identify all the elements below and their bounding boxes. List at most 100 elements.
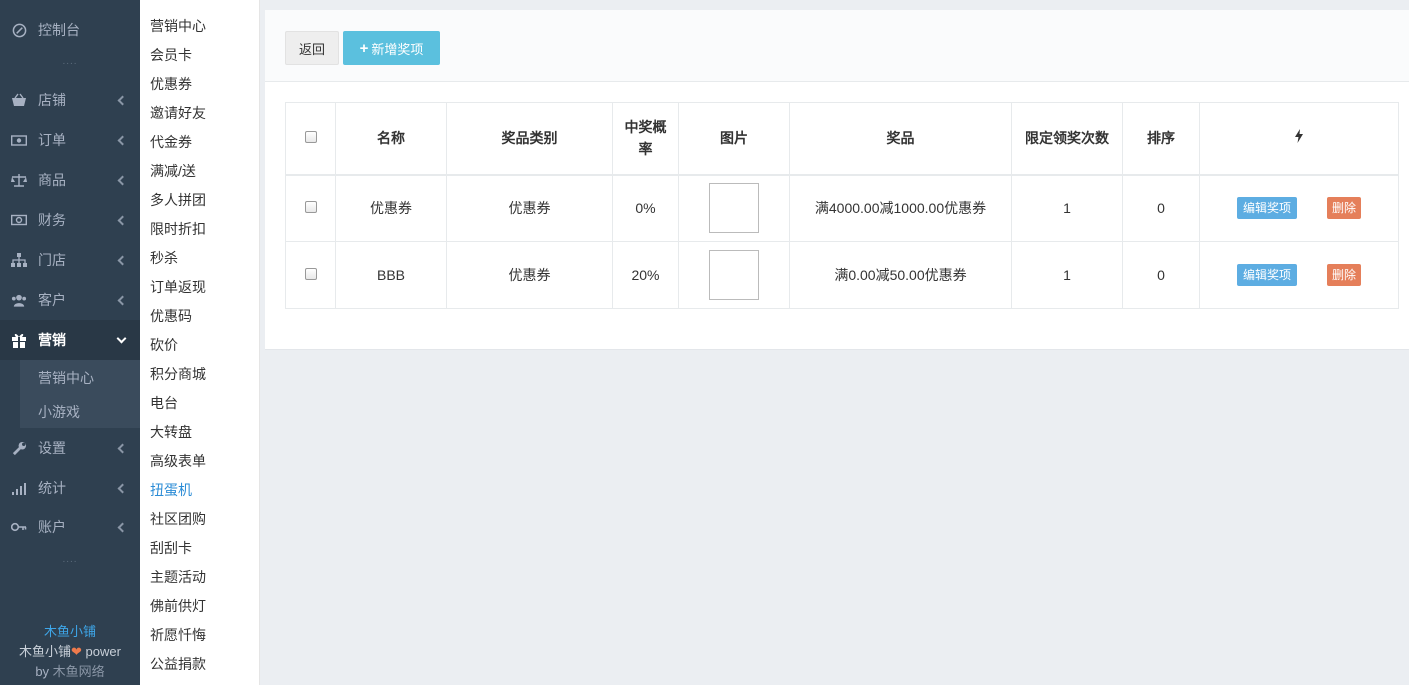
footer-company[interactable]: 木鱼网络: [53, 664, 105, 679]
footer-by: by 木鱼网络: [0, 662, 140, 682]
chevron-left-icon: [117, 522, 128, 532]
nav-item-shop[interactable]: 店铺: [0, 80, 140, 120]
header-probability-text: 中奖概率: [624, 119, 667, 158]
nav-sub-mini-games[interactable]: 小游戏: [38, 402, 80, 422]
nav-item-finance[interactable]: 财务: [0, 200, 140, 240]
nav-sub-marketing-center[interactable]: 营销中心: [38, 368, 94, 388]
users-icon: [11, 292, 27, 308]
nav-item-label: 营销: [38, 332, 66, 348]
nav-item-label: 统计: [38, 480, 66, 496]
menu2-item[interactable]: 电台: [150, 393, 178, 413]
menu2-item[interactable]: 积分商城: [150, 364, 206, 384]
cell-sort: 0: [1122, 241, 1200, 309]
menu2-item[interactable]: 公益捐款: [150, 654, 206, 674]
edit-prize-button[interactable]: 编辑奖项: [1236, 264, 1297, 286]
row-select-cell: [285, 174, 336, 242]
row-checkbox[interactable]: [304, 268, 317, 280]
chevron-left-icon: [117, 175, 128, 185]
sidebar-footer: 木鱼小铺 木鱼小铺❤ power by 木鱼网络: [0, 622, 140, 682]
nav-item-orders[interactable]: 订单: [0, 120, 140, 160]
menu2-item[interactable]: 刮刮卡: [150, 538, 192, 558]
cell-actions: 编辑奖项 删除: [1199, 174, 1399, 242]
prize-table: 名称 奖品类别 中奖概率 图片 奖品 限定领奖次数 排序 优惠券 优惠券 0% …: [285, 102, 1399, 309]
menu2-item[interactable]: 秒杀: [150, 248, 178, 268]
plus-icon: +: [359, 39, 369, 57]
footer-brand[interactable]: 木鱼小铺: [0, 622, 140, 642]
cell-sort: 0: [1122, 174, 1200, 242]
menu2-item[interactable]: 祈愿忏悔: [150, 625, 206, 645]
basket-icon: [11, 92, 27, 108]
menu2-item[interactable]: 订单返现: [150, 277, 206, 297]
nav-item-label: 商品: [38, 172, 66, 188]
menu2-item[interactable]: 多人拼团: [150, 190, 206, 210]
cash-icon: [11, 212, 27, 228]
nav-item-stores[interactable]: 门店: [0, 240, 140, 280]
menu2-item[interactable]: 会员卡: [150, 45, 192, 65]
chevron-left-icon: [117, 135, 128, 145]
header-probability: 中奖概率: [612, 102, 679, 176]
select-all-checkbox[interactable]: [304, 131, 317, 144]
menu2-item[interactable]: 限时折扣: [150, 219, 206, 239]
edit-prize-button[interactable]: 编辑奖项: [1236, 197, 1297, 220]
delete-button[interactable]: 删除: [1327, 264, 1362, 286]
chevron-down-icon: [116, 333, 127, 344]
menu2-item[interactable]: 高级表单: [150, 451, 206, 471]
menu2-item[interactable]: 主题活动: [150, 567, 206, 587]
menu2-item[interactable]: 社区团购: [150, 509, 206, 529]
header-actions: [1199, 102, 1399, 176]
wrench-icon: [11, 440, 27, 456]
table-header-row: 名称 奖品类别 中奖概率 图片 奖品 限定领奖次数 排序: [285, 102, 1399, 176]
menu2-item[interactable]: 代金券: [150, 132, 192, 152]
key-icon: [11, 519, 27, 535]
back-button[interactable]: 返回: [285, 31, 339, 65]
row-checkbox[interactable]: [304, 201, 317, 214]
chevron-left-icon: [117, 295, 128, 305]
nav-item-settings[interactable]: 设置: [0, 428, 140, 468]
menu2-item[interactable]: 扭蛋机: [150, 480, 192, 500]
gift-icon: [11, 332, 27, 348]
signal-icon: [11, 480, 27, 496]
menu2-item[interactable]: 佛前供灯: [150, 596, 206, 616]
menu2-item[interactable]: 邀请好友: [150, 103, 206, 123]
nav-item-customers[interactable]: 客户: [0, 280, 140, 320]
menu2-item[interactable]: 营销中心: [150, 16, 206, 36]
table-row: 优惠券 优惠券 0% 满4000.00减1000.00优惠券 1 0 编辑奖项 删…: [285, 174, 1399, 242]
nav-item-statistics[interactable]: 统计: [0, 468, 140, 508]
sitemap-icon: [11, 252, 27, 268]
nav-separator: ....: [62, 554, 78, 565]
cell-name: BBB: [335, 241, 447, 309]
header-sort: 排序: [1122, 102, 1200, 176]
chevron-left-icon: [117, 95, 128, 105]
cell-category: 优惠券: [446, 174, 613, 242]
menu2-item[interactable]: 满减/送: [150, 161, 196, 181]
menu2-item[interactable]: 优惠券: [150, 74, 192, 94]
dashboard-icon: [11, 22, 27, 38]
cell-name: 优惠券: [335, 174, 447, 242]
prize-image: [709, 250, 759, 300]
nav-item-products[interactable]: 商品: [0, 160, 140, 200]
toolbar: 返回 + 新增奖项: [265, 10, 1409, 82]
cell-category: 优惠券: [446, 241, 613, 309]
nav-separator: ....: [62, 56, 78, 67]
nav-item-marketing[interactable]: 营销: [0, 320, 140, 360]
footer-power: 木鱼小铺❤ power: [0, 642, 140, 662]
header-name: 名称: [335, 102, 447, 176]
footer-by-text: by: [35, 664, 53, 679]
nav-item-label: 门店: [38, 252, 66, 268]
scale-icon: [11, 172, 27, 188]
table-row: BBB 优惠券 20% 满0.00减50.00优惠券 1 0 编辑奖项 删除: [285, 241, 1399, 309]
add-prize-button[interactable]: + 新增奖项: [343, 31, 440, 65]
menu2-item[interactable]: 砍价: [150, 335, 178, 355]
header-category: 奖品类别: [446, 102, 613, 176]
header-image: 图片: [678, 102, 790, 176]
delete-button[interactable]: 删除: [1327, 197, 1362, 220]
heart-icon: ❤: [71, 644, 82, 659]
nav-dashboard-label: 控制台: [38, 22, 80, 38]
menu2-item[interactable]: 大转盘: [150, 422, 192, 442]
nav-item-label: 订单: [38, 132, 66, 148]
nav-dashboard[interactable]: 控制台: [0, 10, 140, 50]
header-prize: 奖品: [789, 102, 1012, 176]
cell-probability: 0%: [612, 174, 679, 242]
nav-item-account[interactable]: 账户: [0, 507, 140, 547]
menu2-item[interactable]: 优惠码: [150, 306, 192, 326]
